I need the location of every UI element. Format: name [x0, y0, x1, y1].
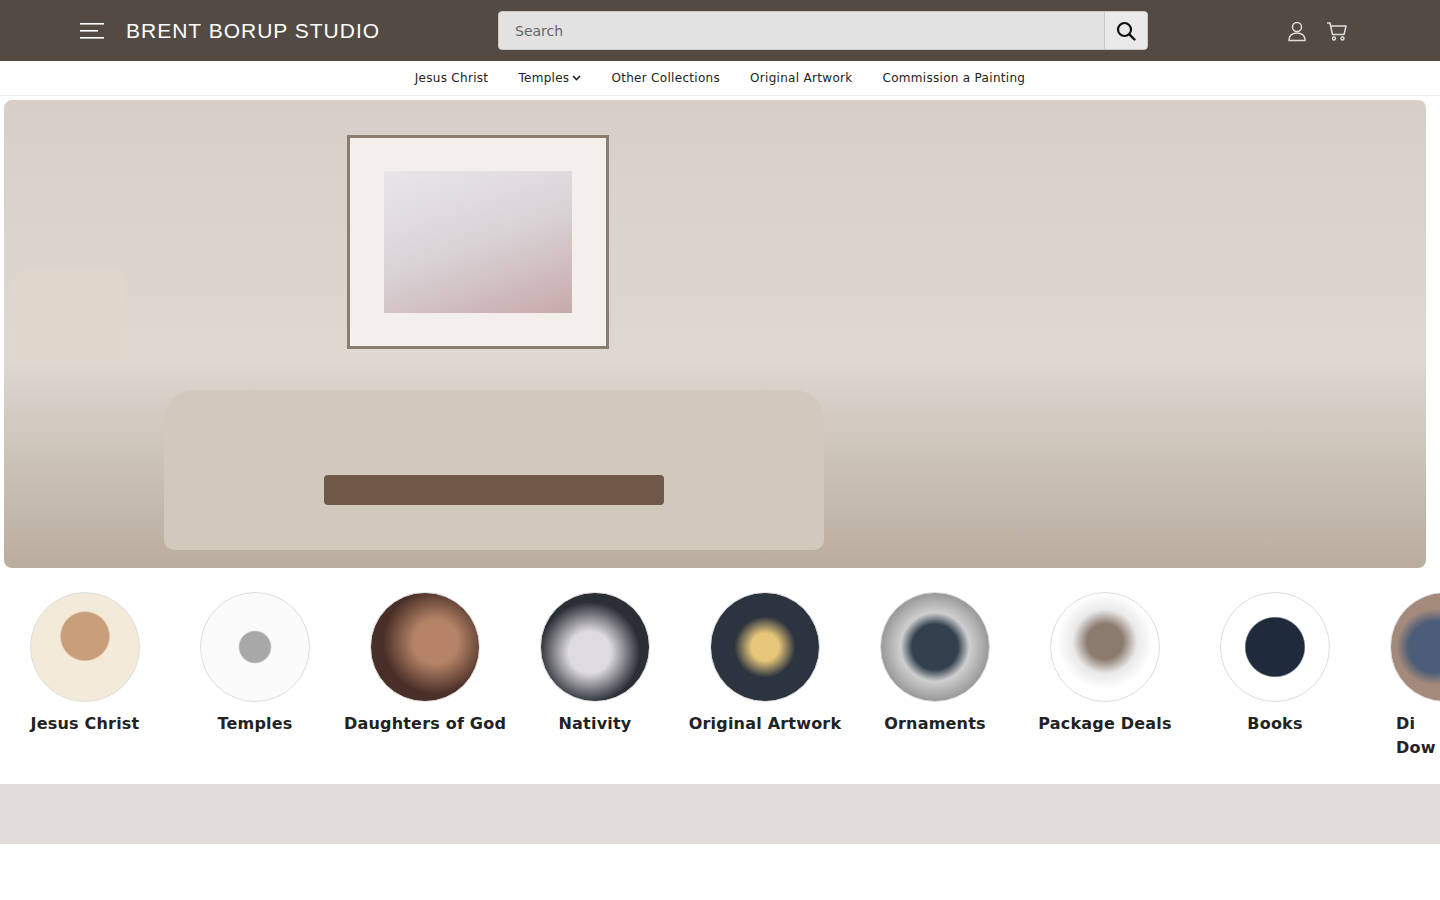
search-bar: [498, 11, 1148, 50]
framed-painting: [347, 135, 609, 349]
logo[interactable]: BRENT BORUP STUDIO: [126, 19, 380, 43]
category-label: Daughters of God: [344, 714, 506, 733]
lamp: [14, 270, 124, 360]
category-image: [880, 592, 990, 702]
category-label: Jesus Christ: [31, 714, 140, 733]
grey-band: [0, 784, 1440, 844]
category-label: Original Artwork: [689, 714, 842, 733]
category-item[interactable]: Books: [1220, 592, 1330, 760]
header: BRENT BORUP STUDIO: [0, 0, 1440, 61]
magnifier-icon: [1116, 21, 1136, 41]
sofa: [164, 390, 824, 550]
nav-link[interactable]: Other Collections: [611, 71, 720, 85]
nav-link[interactable]: Original Artwork: [750, 71, 852, 85]
category-item[interactable]: Original Artwork: [710, 592, 820, 760]
category-label: Di Dow: [1390, 712, 1436, 760]
account-icon[interactable]: [1286, 20, 1308, 42]
hero-banner[interactable]: [4, 100, 1426, 568]
category-item[interactable]: Daughters of God: [370, 592, 480, 760]
category-item[interactable]: Temples: [200, 592, 310, 760]
nav-link[interactable]: Jesus Christ: [415, 71, 489, 85]
category-label: Temples: [217, 714, 292, 733]
category-image: [1220, 592, 1330, 702]
search-button[interactable]: [1104, 12, 1147, 49]
category-item[interactable]: Jesus Christ: [30, 592, 140, 760]
nav-link[interactable]: Commission a Painting: [883, 71, 1026, 85]
coffee-table: [324, 475, 664, 505]
category-image: [540, 592, 650, 702]
category-image: [1050, 592, 1160, 702]
category-image: [370, 592, 480, 702]
category-item[interactable]: Nativity: [540, 592, 650, 760]
category-item[interactable]: Package Deals: [1050, 592, 1160, 760]
category-image: [1390, 592, 1440, 702]
category-image: [30, 592, 140, 702]
hamburger-menu-icon[interactable]: [80, 22, 104, 40]
search-input[interactable]: [499, 12, 1104, 49]
category-label: Nativity: [559, 714, 632, 733]
category-image: [200, 592, 310, 702]
cart-icon[interactable]: [1326, 20, 1348, 42]
category-item[interactable]: Ornaments: [880, 592, 990, 760]
chevron-down-icon: [572, 75, 581, 81]
main-nav: Jesus Christ Temples Other Collections Orig…: [0, 61, 1440, 96]
category-row: Jesus Christ Temples Daughters of God Nativ…: [0, 568, 1440, 784]
category-item[interactable]: Di Dow: [1390, 592, 1440, 760]
category-label: Package Deals: [1038, 714, 1171, 733]
nav-link[interactable]: Temples: [518, 71, 581, 85]
category-image: [710, 592, 820, 702]
category-label: Books: [1247, 714, 1302, 733]
page: BRENT BORUP STUDIO Jesus Christ Temples Oth…: [0, 0, 1440, 844]
category-label: Ornaments: [884, 714, 986, 733]
